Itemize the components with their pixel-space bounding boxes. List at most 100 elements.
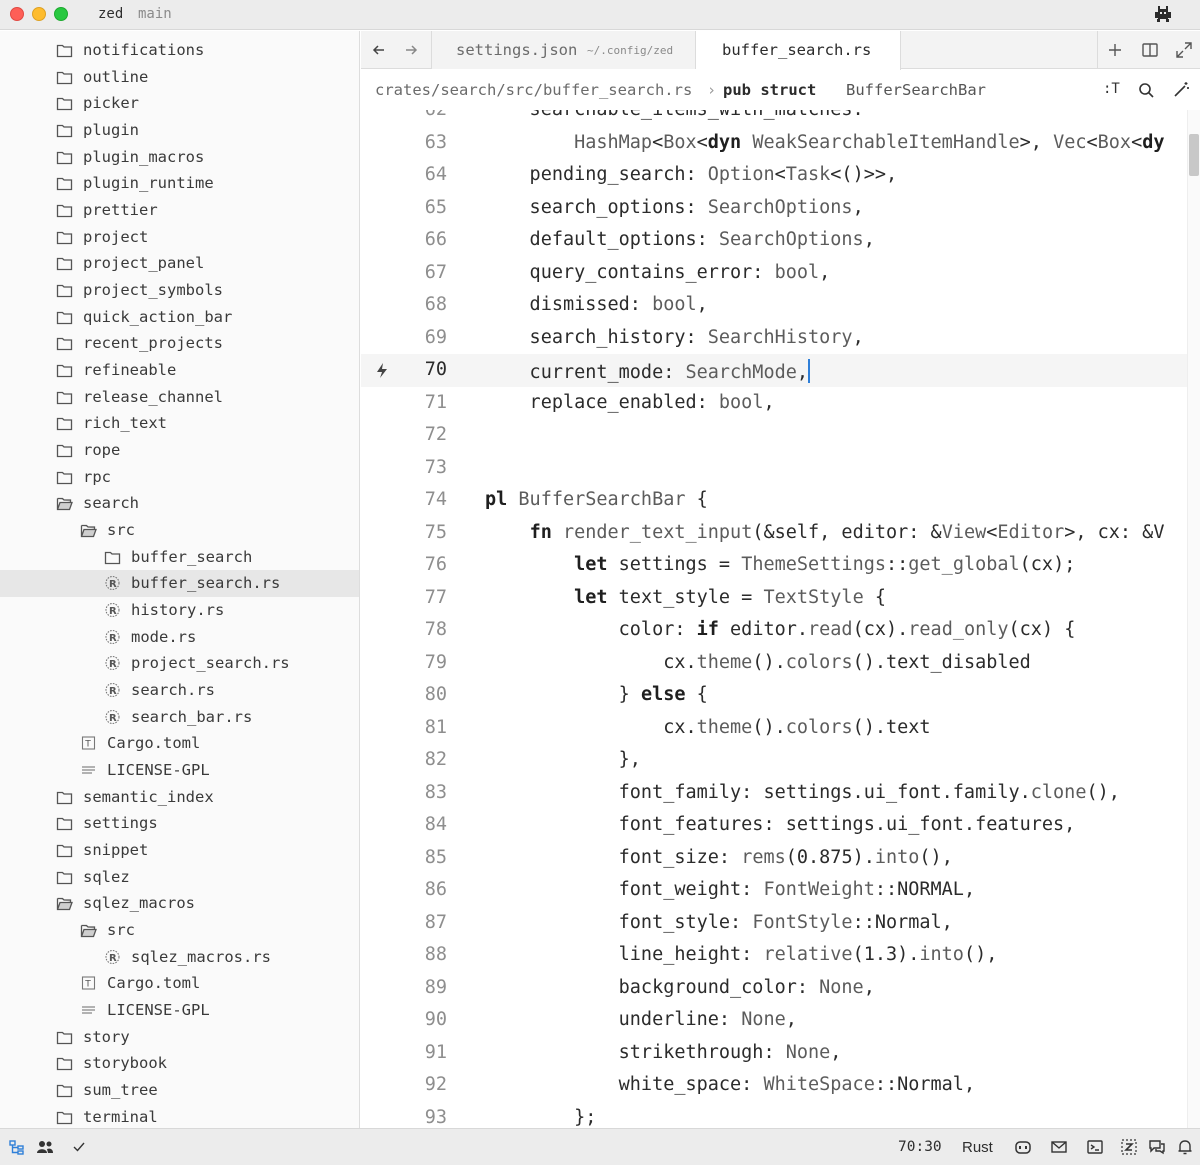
project-panel-icon[interactable] xyxy=(8,1138,26,1156)
code-line[interactable]: 83 font_family: settings.ui_font.family.… xyxy=(361,777,1187,810)
assistant-wand-icon[interactable] xyxy=(1171,80,1191,100)
tree-item[interactable]: snippet xyxy=(0,837,359,864)
search-icon[interactable] xyxy=(1136,80,1156,100)
tree-item[interactable]: project_panel xyxy=(0,250,359,277)
forward-arrow-icon[interactable] xyxy=(401,40,421,60)
tree-item[interactable]: LICENSE-GPL xyxy=(0,757,359,784)
language-selector[interactable]: Rust xyxy=(962,1139,993,1156)
tree-item[interactable]: src xyxy=(0,917,359,944)
code-line[interactable]: 78 color: if editor.read(cx).read_only(c… xyxy=(361,614,1187,647)
breadcrumb-symbol[interactable]: BufferSearchBar xyxy=(846,81,986,99)
tree-item[interactable]: T Cargo.toml xyxy=(0,970,359,997)
tree-item[interactable]: rich_text xyxy=(0,410,359,437)
window-minimize-button[interactable] xyxy=(32,7,46,21)
tree-item[interactable]: plugin_macros xyxy=(0,144,359,171)
code-line[interactable]: 84 font_features: settings.ui_font.featu… xyxy=(361,809,1187,842)
code-line[interactable]: 70 current_mode: SearchMode, xyxy=(361,354,1187,387)
tree-item[interactable]: plugin_runtime xyxy=(0,170,359,197)
tree-item[interactable]: plugin xyxy=(0,117,359,144)
tree-item[interactable]: release_channel xyxy=(0,384,359,411)
editor-scrollbar[interactable] xyxy=(1187,110,1200,1128)
code-line[interactable]: 67 query_contains_error: bool, xyxy=(361,257,1187,290)
tree-item[interactable]: prettier xyxy=(0,197,359,224)
tree-item[interactable]: LICENSE-GPL xyxy=(0,997,359,1024)
tree-item[interactable]: settings xyxy=(0,810,359,837)
window-close-button[interactable] xyxy=(10,7,24,21)
code-line[interactable]: 72 xyxy=(361,419,1187,452)
tree-item[interactable]: Rsearch_bar.rs xyxy=(0,704,359,731)
breadcrumb-keyword[interactable]: pub struct xyxy=(723,81,816,99)
tree-item[interactable]: outline xyxy=(0,64,359,91)
tree-item[interactable]: project xyxy=(0,224,359,251)
tree-item[interactable]: notifications xyxy=(0,37,359,64)
chat-icon[interactable] xyxy=(1148,1138,1166,1156)
tree-item[interactable]: sum_tree xyxy=(0,1077,359,1104)
code-line[interactable]: 73 xyxy=(361,452,1187,485)
tree-item[interactable]: Rbuffer_search.rs xyxy=(0,570,359,598)
tree-item[interactable]: story xyxy=(0,1024,359,1051)
code-line[interactable]: 62 searchable_items_with_matches: xyxy=(361,110,1187,127)
code-line[interactable]: 71 replace_enabled: bool, xyxy=(361,387,1187,420)
code-editor[interactable]: 93 }; 92 white_space: WhiteSpace::Normal,… xyxy=(361,110,1200,1128)
code-line[interactable]: 79 cx.theme().colors().text_disabled xyxy=(361,647,1187,680)
tab-settings-json[interactable]: settings.json ~/.config/zed xyxy=(431,31,696,69)
tree-item[interactable]: semantic_index xyxy=(0,784,359,811)
editor-scrollbar-thumb[interactable] xyxy=(1189,134,1199,176)
mail-icon[interactable] xyxy=(1050,1138,1068,1156)
checkmark-icon[interactable] xyxy=(70,1138,88,1156)
project-name[interactable]: zed xyxy=(98,6,123,22)
code-line[interactable]: 80 } else { xyxy=(361,679,1187,712)
code-line[interactable]: 75 fn render_text_input(&self, editor: &… xyxy=(361,517,1187,550)
code-line[interactable]: 91 strikethrough: None, xyxy=(361,1037,1187,1070)
notification-bell-icon[interactable] xyxy=(1176,1138,1194,1156)
tree-item[interactable]: storybook xyxy=(0,1050,359,1077)
code-line[interactable]: 76 let settings = ThemeSettings::get_glo… xyxy=(361,549,1187,582)
code-line[interactable]: 65 search_options: SearchOptions, xyxy=(361,192,1187,225)
code-line[interactable]: 66 default_options: SearchOptions, xyxy=(361,224,1187,257)
tree-item[interactable]: recent_projects xyxy=(0,330,359,357)
breadcrumb-path[interactable]: crates/search/src/buffer_search.rs xyxy=(375,81,692,99)
code-line[interactable]: 89 background_color: None, xyxy=(361,972,1187,1005)
outline-toggle-button[interactable]: :T xyxy=(1103,81,1120,101)
tree-item[interactable]: Rhistory.rs xyxy=(0,597,359,624)
tree-item[interactable]: buffer_search xyxy=(0,544,359,571)
tree-item[interactable]: sqlez_macros xyxy=(0,890,359,917)
user-avatar-icon[interactable] xyxy=(1152,6,1174,24)
tree-item[interactable]: Rsqlez_macros.rs xyxy=(0,944,359,971)
code-line[interactable]: 85 font_size: rems(0.875).into(), xyxy=(361,842,1187,875)
code-line[interactable]: 64 pending_search: Option<Task<()>>, xyxy=(361,159,1187,192)
collaborators-icon[interactable] xyxy=(36,1138,54,1156)
tree-item[interactable]: terminal xyxy=(0,1104,359,1128)
code-line[interactable]: 82 }, xyxy=(361,744,1187,777)
cursor-position[interactable]: 70:30 xyxy=(898,1139,942,1155)
tree-item[interactable]: sqlez xyxy=(0,864,359,891)
code-line[interactable]: 93 }; xyxy=(361,1102,1187,1129)
tree-item[interactable]: Rproject_search.rs xyxy=(0,650,359,677)
code-line[interactable]: 68 dismissed: bool, xyxy=(361,289,1187,322)
terminal-icon[interactable] xyxy=(1086,1138,1104,1156)
tree-item[interactable]: src xyxy=(0,517,359,544)
code-line[interactable]: 74 pl BufferSearchBar { xyxy=(361,484,1187,517)
plus-icon[interactable] xyxy=(1105,40,1125,60)
code-line[interactable]: 90 underline: None, xyxy=(361,1004,1187,1037)
split-pane-icon[interactable] xyxy=(1140,40,1160,60)
code-line[interactable]: 88 line_height: relative(1.3).into(), xyxy=(361,939,1187,972)
tab-buffer-search-rs[interactable]: buffer_search.rs xyxy=(696,31,901,70)
window-maximize-button[interactable] xyxy=(54,7,68,21)
code-line[interactable]: 86 font_weight: FontWeight::NORMAL, xyxy=(361,874,1187,907)
tree-item[interactable]: rpc xyxy=(0,464,359,491)
code-line[interactable]: 69 search_history: SearchHistory, xyxy=(361,322,1187,355)
tree-item[interactable]: quick_action_bar xyxy=(0,304,359,331)
back-arrow-icon[interactable] xyxy=(369,40,389,60)
tree-item[interactable]: refineable xyxy=(0,357,359,384)
code-line[interactable]: 81 cx.theme().colors().text xyxy=(361,712,1187,745)
tree-item[interactable]: rope xyxy=(0,437,359,464)
zed-assistant-icon[interactable] xyxy=(1120,1138,1138,1156)
tree-item[interactable]: picker xyxy=(0,90,359,117)
code-line[interactable]: 63 HashMap<Box<dyn WeakSearchableItemHan… xyxy=(361,127,1187,160)
branch-name[interactable]: main xyxy=(138,6,172,22)
maximize-icon[interactable] xyxy=(1174,40,1194,60)
tree-item[interactable]: T Cargo.toml xyxy=(0,730,359,757)
copilot-icon[interactable] xyxy=(1014,1138,1032,1156)
tree-item[interactable]: Rsearch.rs xyxy=(0,677,359,704)
